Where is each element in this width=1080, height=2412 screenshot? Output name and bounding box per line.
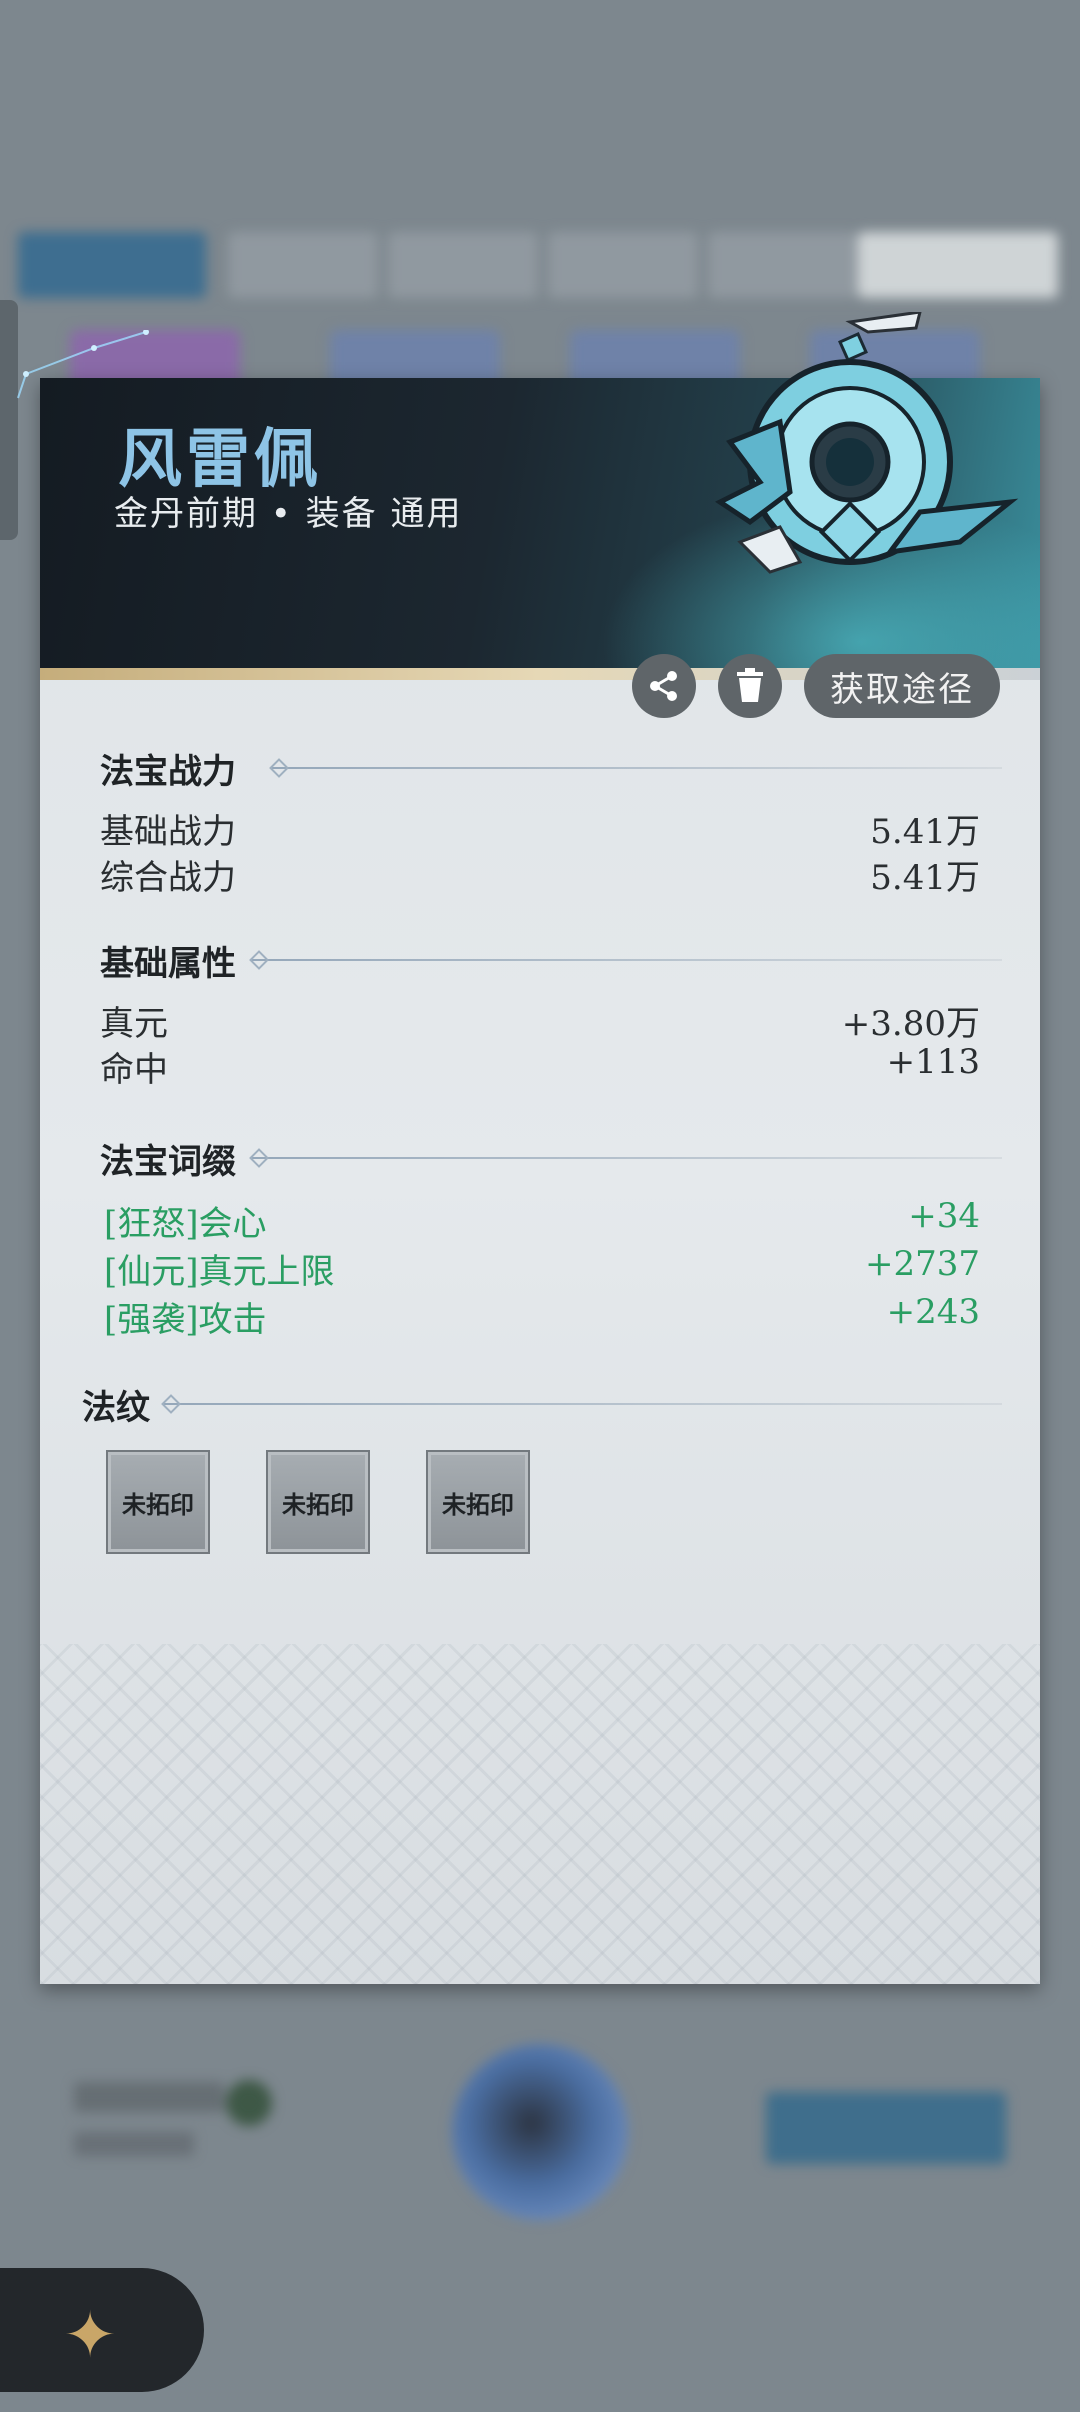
background-tab [708, 232, 858, 298]
affix-label: [仙元]真元上限 [104, 1252, 335, 1292]
background-orb-button [452, 2044, 628, 2220]
rune-slot[interactable]: 未拓印 [106, 1450, 210, 1554]
section-divider [272, 767, 1002, 769]
background-label [74, 2082, 224, 2112]
section-divider [164, 1403, 1002, 1405]
background-action-button [766, 2092, 1006, 2164]
delete-button[interactable] [718, 654, 782, 718]
item-name: 风雷佩 [118, 422, 322, 497]
rune-slot[interactable]: 未拓印 [266, 1450, 370, 1554]
acquire-source-button[interactable]: 获取途径 [804, 654, 1000, 718]
stat-value: 5.41万 [870, 812, 980, 852]
affix-label: [强袭]攻击 [104, 1300, 267, 1340]
section-title-base-attributes: 基础属性 [100, 944, 236, 984]
background-dot [226, 2080, 272, 2126]
background-tab [548, 232, 698, 298]
stat-value: 5.41万 [870, 858, 980, 898]
item-detail-card: 风雷佩 金丹前期 • 装备 通用 获取途径 法宝战力 基础战力 5.41万 综合… [40, 312, 1040, 1984]
background-tab [388, 232, 538, 298]
section-divider [252, 1157, 1002, 1159]
background-tab [858, 232, 1058, 298]
share-icon [650, 671, 677, 701]
stat-label: 综合战力 [100, 858, 236, 898]
rune-slot[interactable]: 未拓印 [426, 1450, 530, 1554]
section-title-combat: 法宝战力 [100, 752, 236, 792]
affix-value: +243 [886, 1292, 980, 1332]
background-tab [228, 232, 378, 298]
stat-value: +3.80万 [841, 1004, 980, 1044]
background-tab [18, 232, 206, 298]
stat-label: 基础战力 [100, 812, 236, 852]
section-title-affixes: 法宝词缀 [100, 1142, 236, 1182]
emblem-icon[interactable]: ✦ [42, 2288, 138, 2384]
trash-icon [737, 668, 763, 702]
affix-value: +2737 [864, 1244, 980, 1284]
background-label [74, 2132, 194, 2156]
affix-value: +34 [908, 1196, 980, 1236]
pendant-icon [715, 312, 1019, 574]
card-pattern [40, 1644, 1040, 1984]
stat-label: 真元 [100, 1004, 168, 1044]
affix-label: [狂怒]会心 [104, 1204, 267, 1244]
stat-label: 命中 [100, 1050, 168, 1090]
stat-value: +113 [886, 1042, 980, 1082]
background-tab-bar [18, 232, 1058, 304]
section-divider [252, 959, 1002, 961]
section-title-runes: 法纹 [82, 1388, 150, 1428]
item-subtitle: 金丹前期 • 装备 通用 [114, 494, 463, 534]
share-button[interactable] [632, 654, 696, 718]
